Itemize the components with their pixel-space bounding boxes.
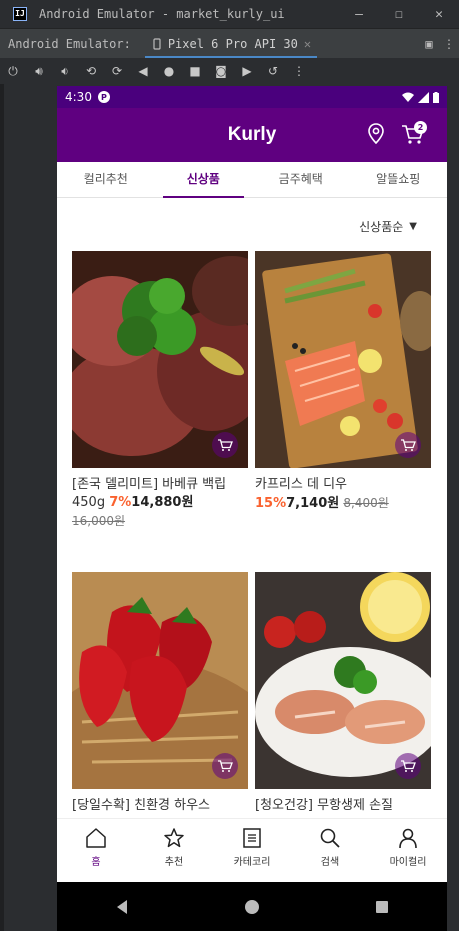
record-icon[interactable]: ▶ xyxy=(234,64,260,78)
home-circle-icon[interactable]: ● xyxy=(156,64,182,78)
battery-icon xyxy=(433,91,439,103)
product-info: [당일수확] 친환경 하우스 xyxy=(72,797,248,815)
back-icon[interactable]: ◀ xyxy=(130,64,156,78)
cart-icon xyxy=(218,439,233,451)
product-card[interactable]: [당일수확] 친환경 하우스 xyxy=(72,572,248,815)
cart-icon xyxy=(401,760,416,772)
phone-screen: 4:30 P Kurly 2 컬리추천 신상품 금주혜택 알뜰쇼핑 신상품순 ▼ xyxy=(57,86,447,931)
product-image[interactable] xyxy=(72,251,248,468)
rotate-left-icon[interactable]: ⟲ xyxy=(78,64,104,78)
layout-icon[interactable]: ▣ xyxy=(419,37,439,51)
sort-label: 신상품순 xyxy=(359,220,404,234)
product-name: 카프리스 데 디우 xyxy=(255,477,347,492)
screenshot-icon[interactable]: ◙ xyxy=(208,64,234,78)
add-to-cart-button[interactable] xyxy=(395,753,421,779)
volume-up-icon[interactable]: 🔊︎ xyxy=(26,64,52,79)
rotate-right-icon[interactable]: ⟳ xyxy=(104,64,130,78)
minimize-button[interactable]: — xyxy=(339,7,379,22)
category-tabs: 컬리추천 신상품 금주혜택 알뜰쇼핑 xyxy=(57,162,447,198)
app-title: Kurly xyxy=(227,124,277,145)
emulator-tool-label: Android Emulator: xyxy=(8,36,131,51)
nav-home[interactable]: 홈 xyxy=(57,819,135,882)
status-time: 4:30 xyxy=(65,90,92,104)
add-to-cart-button[interactable] xyxy=(212,432,238,458)
product-image[interactable] xyxy=(255,572,431,789)
add-to-cart-button[interactable] xyxy=(395,432,421,458)
original-price: 8,400원 xyxy=(343,496,389,510)
product-info: 카프리스 데 디우 15%7,140원 8,400원 xyxy=(255,476,431,513)
nav-home-label: 홈 xyxy=(91,857,101,868)
cart-icon xyxy=(401,439,416,451)
discount-rate: 15% xyxy=(255,496,287,511)
system-overview-icon[interactable] xyxy=(374,899,390,915)
product-image[interactable] xyxy=(72,572,248,789)
location-pin-icon[interactable] xyxy=(367,123,385,145)
product-name: [청오건강] 무항생제 손질 xyxy=(255,798,394,813)
intellij-logo-icon: IJ xyxy=(13,7,27,21)
device-tab-label: Pixel 6 Pro API 30 xyxy=(167,36,298,51)
nav-search[interactable]: 검색 xyxy=(291,819,369,882)
bottom-nav-bar: 홈 추천 카테코리 검색 마이컬리 xyxy=(57,818,447,882)
android-system-nav xyxy=(57,882,447,931)
product-name: [당일수확] 친환경 하우스 xyxy=(72,798,211,813)
volume-down-icon[interactable]: 🔉︎ xyxy=(52,64,78,79)
device-tab[interactable]: Pixel 6 Pro API 30 ✕ xyxy=(144,29,318,59)
person-icon xyxy=(399,828,417,849)
app-bar: Kurly 2 xyxy=(57,108,447,162)
original-price: 16,000원 xyxy=(72,514,126,528)
cart-count-badge: 2 xyxy=(414,121,427,134)
product-image[interactable] xyxy=(255,251,431,468)
tab-weekly-deals[interactable]: 금주혜택 xyxy=(252,162,350,197)
product-card[interactable]: 카프리스 데 디우 15%7,140원 8,400원 xyxy=(255,251,431,513)
star-icon xyxy=(164,828,184,848)
nav-my-kurly-label: 마이컬리 xyxy=(389,857,427,868)
more-options-icon[interactable]: ⋮ xyxy=(286,64,312,78)
close-window-button[interactable]: ✕ xyxy=(419,7,459,22)
notification-p-icon: P xyxy=(97,91,110,103)
device-tab-close-button[interactable]: ✕ xyxy=(304,37,311,51)
maximize-button[interactable]: ☐ xyxy=(379,7,419,22)
product-card[interactable]: [존국 델리미트] 바베큐 백립 450g 7%14,880원 16,000원 xyxy=(72,251,248,531)
sort-dropdown[interactable]: 신상품순 ▼ xyxy=(359,218,417,235)
product-price: 7,140원 xyxy=(286,496,340,511)
ide-title-bar: IJ Android Emulator - market_kurly_ui — … xyxy=(0,0,459,28)
nav-category[interactable]: 카테코리 xyxy=(213,819,291,882)
phone-icon xyxy=(153,37,161,50)
add-to-cart-button[interactable] xyxy=(212,753,238,779)
product-card[interactable]: [청오건강] 무항생제 손질 xyxy=(255,572,431,815)
signal-icon xyxy=(418,91,429,103)
android-status-bar: 4:30 P xyxy=(57,86,447,108)
home-icon xyxy=(86,828,106,848)
nav-recommend[interactable]: 추천 xyxy=(135,819,213,882)
power-icon[interactable]: ⏻ xyxy=(0,64,26,79)
nav-recommend-label: 추천 xyxy=(164,857,184,868)
system-home-icon[interactable] xyxy=(244,899,260,915)
cart-icon xyxy=(218,760,233,772)
product-price: 14,880원 xyxy=(131,495,194,510)
emulator-tab-bar: Android Emulator: Pixel 6 Pro API 30 ✕ ▣… xyxy=(0,28,459,59)
search-icon xyxy=(320,828,340,848)
caret-down-icon: ▼ xyxy=(409,221,417,232)
more-vertical-icon[interactable]: ⋮ xyxy=(439,37,459,51)
nav-category-label: 카테코리 xyxy=(233,857,271,868)
nav-my-kurly[interactable]: 마이컬리 xyxy=(369,819,447,882)
discount-rate: 7% xyxy=(109,495,132,510)
tab-new-products[interactable]: 신상품 xyxy=(155,162,253,198)
category-icon xyxy=(243,828,261,848)
tab-recommend[interactable]: 컬리추천 xyxy=(57,162,155,197)
overview-icon[interactable]: ■ xyxy=(182,64,208,78)
product-info: [청오건강] 무항생제 손질 xyxy=(255,797,431,815)
ide-left-edge xyxy=(0,84,4,931)
snapshot-icon[interactable]: ↺ xyxy=(260,64,286,78)
nav-search-label: 검색 xyxy=(320,857,340,868)
tab-bargain[interactable]: 알뜰쇼핑 xyxy=(350,162,448,197)
system-back-icon[interactable] xyxy=(114,899,130,915)
emulator-toolbar: ⏻ 🔊︎ 🔉︎ ⟲ ⟳ ◀ ● ■ ◙ ▶ ↺ ⋮ xyxy=(0,58,459,84)
product-info: [존국 델리미트] 바베큐 백립 450g 7%14,880원 16,000원 xyxy=(72,476,248,531)
wifi-icon xyxy=(402,92,414,102)
window-title: Android Emulator - market_kurly_ui xyxy=(39,7,285,21)
